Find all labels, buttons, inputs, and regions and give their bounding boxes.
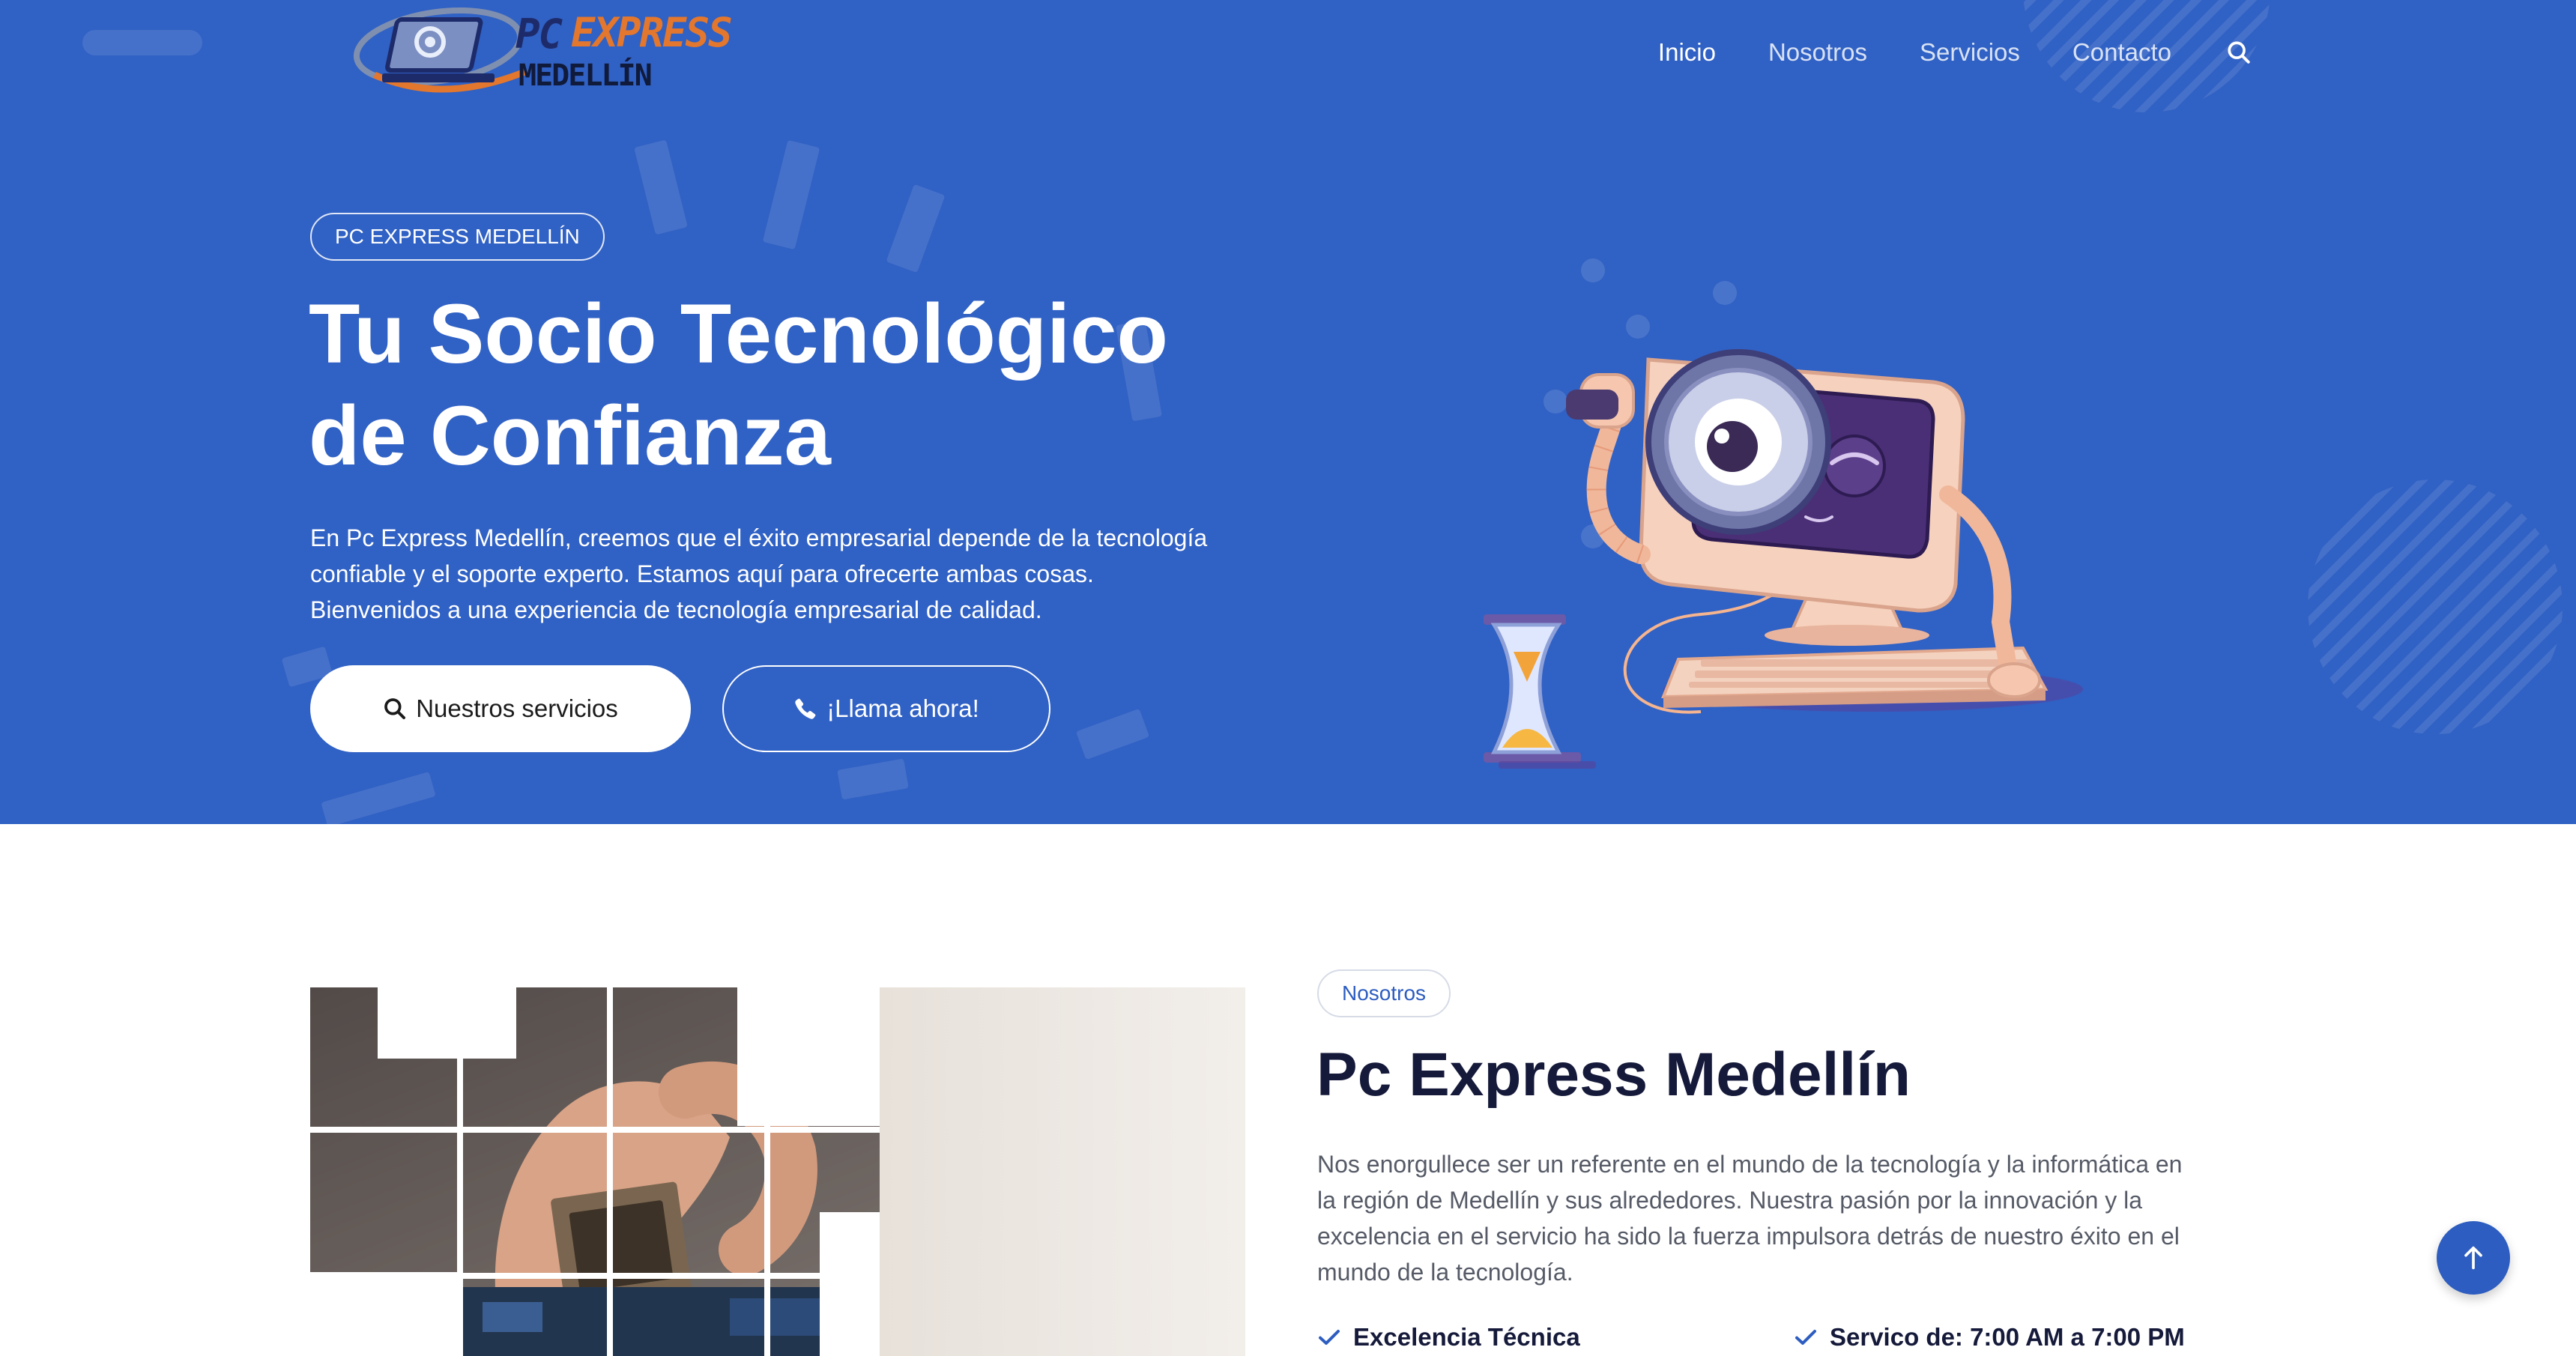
hero-title-line1: Tu Socio Tecnológico	[309, 287, 1168, 381]
decor-shape	[1075, 708, 1150, 760]
search-icon	[384, 698, 406, 719]
about-title: Pc Express Medellín	[1316, 1041, 1911, 1109]
decor-shape	[321, 771, 436, 824]
nav-item-inicio[interactable]: Inicio	[1658, 38, 1716, 67]
check-icon	[1319, 1330, 1340, 1345]
decor-striped-circle	[2308, 479, 2563, 734]
call-button-label: ¡Llama ahora!	[826, 694, 979, 722]
computer-mascot-illustration	[1484, 349, 2083, 769]
feature-item-excelencia: Excelencia Técnica	[1317, 1323, 1580, 1352]
about-text-line4: mundo de la tecnología.	[1317, 1259, 1573, 1286]
about-text-line3: excelencia en el servicio ha sido la fue…	[1317, 1223, 2180, 1250]
hero-title-line2: de Confianza	[309, 389, 831, 482]
check-icon	[1795, 1330, 1816, 1345]
main-nav: Inicio Nosotros Servicios Contacto	[1658, 37, 2254, 67]
services-button[interactable]: Nuestros servicios	[310, 665, 691, 752]
arrow-up-icon	[2464, 1246, 2482, 1270]
hero-description: En Pc Express Medellín, creemos que el é…	[310, 520, 1277, 628]
decor-shape	[634, 139, 688, 235]
hero-text-line1: En Pc Express Medellín, creemos que el é…	[310, 524, 1208, 551]
back-to-top-button[interactable]	[2437, 1221, 2510, 1295]
about-badge: Nosotros	[1317, 969, 1451, 1017]
nav-item-nosotros[interactable]: Nosotros	[1768, 38, 1867, 67]
cpu-hand-photo	[310, 987, 1245, 1356]
about-description: Nos enorgullece ser un referente en el m…	[1317, 1146, 2239, 1290]
hero-text-line3: Bienvenidos a una experiencia de tecnolo…	[310, 596, 1042, 623]
phone-icon	[795, 698, 816, 719]
nav-item-servicios[interactable]: Servicios	[1920, 38, 2020, 67]
feature-label: Servico de: 7:00 AM a 7:00 PM	[1830, 1323, 2185, 1351]
hero-badge: PC EXPRESS MEDELLÍN	[310, 213, 605, 261]
about-text-line1: Nos enorgullece ser un referente en el m…	[1317, 1151, 2183, 1178]
nav-item-contacto[interactable]: Contacto	[2072, 38, 2171, 67]
hero-text-line2: confiable y el soporte experto. Estamos …	[310, 560, 1094, 587]
services-button-label: Nuestros servicios	[416, 694, 618, 722]
decor-shape	[762, 139, 820, 250]
about-image-mosaic	[310, 987, 1245, 1356]
hero-title: Tu Socio Tecnológico de Confianza	[309, 283, 1283, 487]
decor-shape	[837, 758, 909, 800]
logo-text-pc: PC	[515, 10, 563, 58]
hero-section: PC EXPRESS MEDELLÍN Inicio Nosotros Serv…	[0, 0, 2576, 824]
feature-item-horario: Servico de: 7:00 AM a 7:00 PM	[1794, 1323, 2185, 1352]
about-text-line2: la región de Medellín y sus alrededores.…	[1317, 1187, 2143, 1214]
decor-shape	[886, 184, 946, 273]
logo-text-express: EXPRESS	[571, 9, 733, 56]
search-icon[interactable]	[2224, 37, 2254, 67]
brand-logo[interactable]: PC EXPRESS MEDELLÍN	[352, 0, 733, 105]
decor-shape	[82, 30, 202, 55]
logo-text-medellin: MEDELLÍN	[518, 58, 653, 93]
call-button[interactable]: ¡Llama ahora!	[722, 665, 1050, 752]
feature-label: Excelencia Técnica	[1353, 1323, 1580, 1351]
